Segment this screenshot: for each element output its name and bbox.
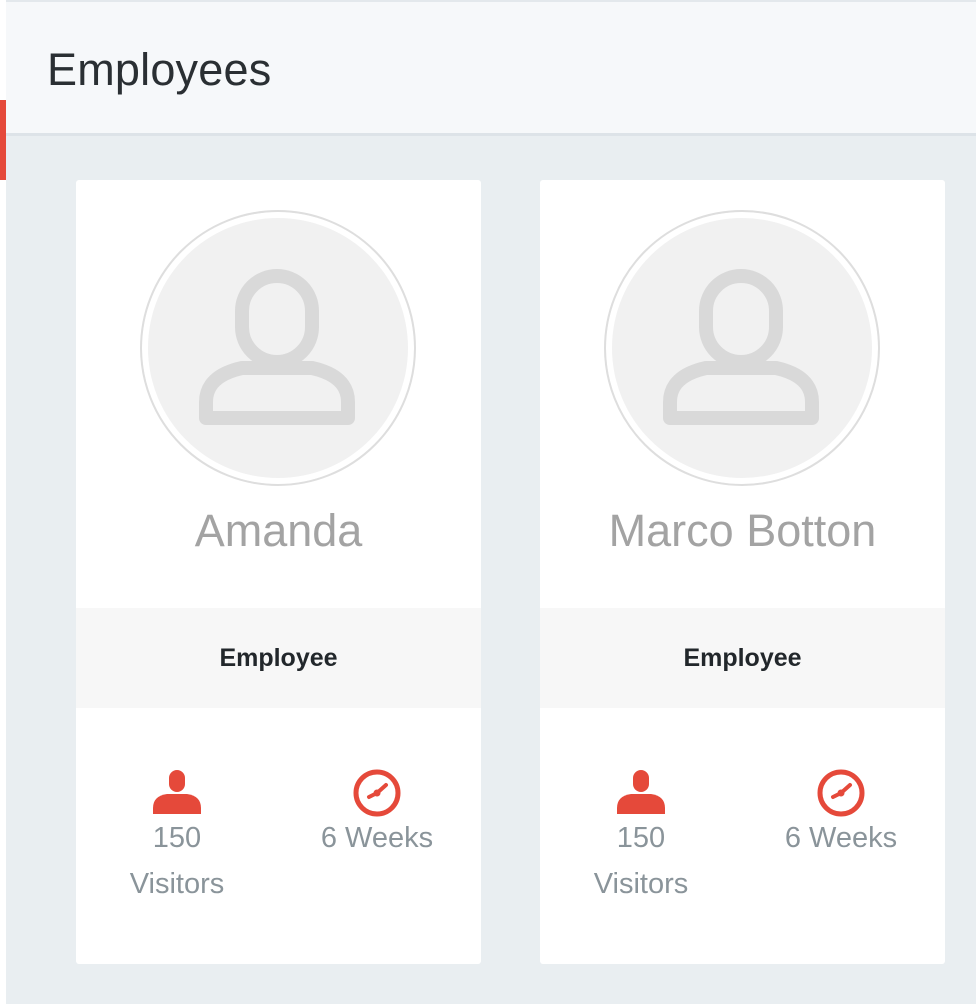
- visitors-stat: 150 Visitors: [566, 768, 716, 910]
- employee-card[interactable]: Marco Botton Employee 150 Visitors 6 Wee…: [540, 180, 945, 964]
- role-band: Employee: [76, 608, 481, 708]
- employee-card[interactable]: Amanda Employee 150 Visitors 6 Weeks: [76, 180, 481, 964]
- employee-name: Marco Botton: [608, 505, 877, 556]
- duration-stat: 6 Weeks: [302, 768, 452, 864]
- clock-icon: [815, 768, 867, 818]
- avatar[interactable]: [604, 210, 880, 486]
- duration-value: 6 Weeks: [320, 822, 434, 854]
- user-placeholder-icon: [199, 269, 355, 425]
- page-title: Employees: [47, 44, 272, 95]
- role-band: Employee: [540, 608, 945, 708]
- page-header: Employees: [6, 0, 976, 136]
- person-icon: [151, 768, 203, 818]
- user-placeholder-icon: [663, 269, 819, 425]
- employee-role: Employee: [683, 644, 802, 672]
- employee-role: Employee: [219, 644, 338, 672]
- clock-icon: [351, 768, 403, 818]
- visitors-count: 150: [152, 822, 202, 854]
- duration-stat: 6 Weeks: [766, 768, 916, 864]
- visitors-count: 150: [616, 822, 666, 854]
- page: Employees Amanda Employee 150 Visitors 6…: [0, 0, 976, 1004]
- visitors-label: Visitors: [129, 868, 225, 900]
- employee-name: Amanda: [194, 505, 363, 556]
- duration-value: 6 Weeks: [784, 822, 898, 854]
- visitors-stat: 150 Visitors: [102, 768, 252, 910]
- avatar[interactable]: [140, 210, 416, 486]
- person-icon: [615, 768, 667, 818]
- visitors-label: Visitors: [593, 868, 689, 900]
